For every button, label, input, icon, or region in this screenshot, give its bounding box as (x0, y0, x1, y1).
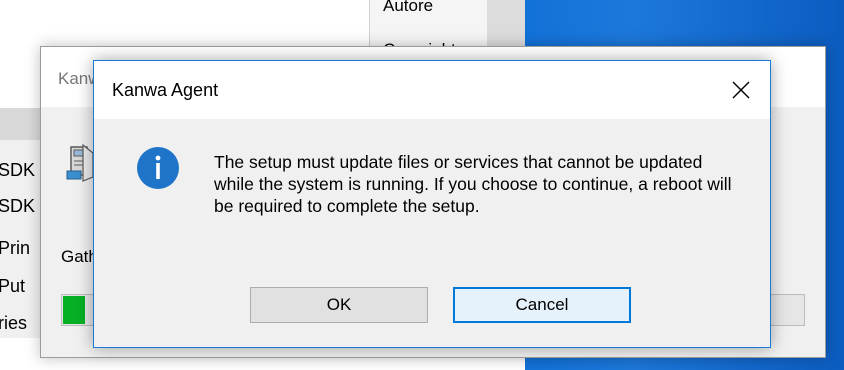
setup-status-text: Gathering required information... (61, 247, 97, 266)
message-dialog: Kanwa Agent The setup must update files … (93, 60, 771, 348)
dialog-titlebar: Kanwa Agent (94, 61, 770, 119)
close-button[interactable] (712, 61, 770, 119)
setup-progress-fill (63, 296, 85, 324)
background-list-item[interactable]: SDK (0, 196, 40, 220)
close-icon (732, 81, 750, 99)
background-list-item[interactable]: SDK (0, 160, 40, 184)
background-list-item[interactable]: Put (0, 276, 40, 300)
cancel-button[interactable]: Cancel (453, 287, 631, 323)
ok-button[interactable]: OK (250, 287, 428, 323)
dialog-title: Kanwa Agent (112, 80, 219, 100)
dialog-message: The setup must update files or services … (214, 152, 732, 216)
background-list (0, 108, 40, 338)
info-icon (136, 146, 180, 190)
background-column-item: Autore (383, 0, 434, 15)
background-list-item[interactable]: Prin (0, 238, 40, 262)
background-list-header (0, 108, 40, 140)
background-list-item[interactable]: ries (0, 313, 40, 337)
